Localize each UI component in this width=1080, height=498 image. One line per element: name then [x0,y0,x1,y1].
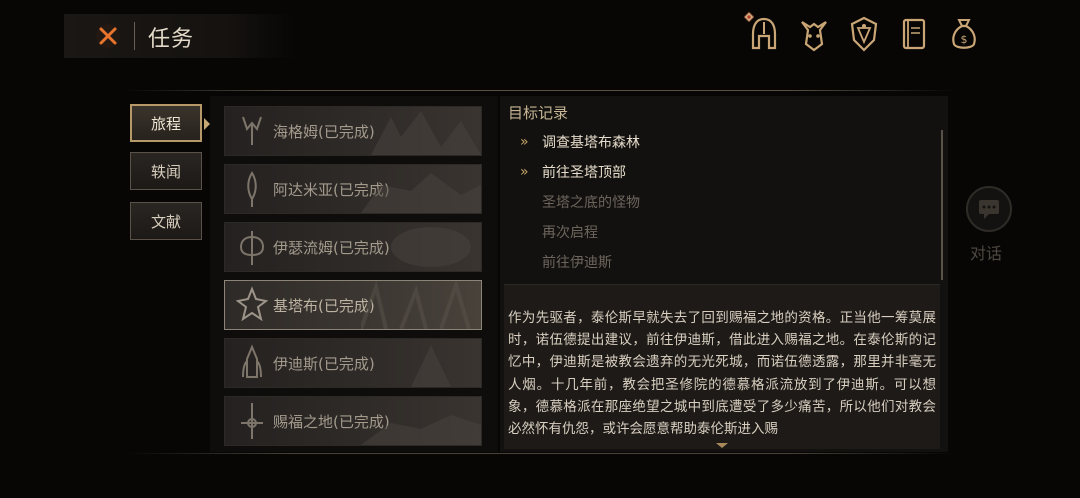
objective-item: 圣塔之底的怪物 [520,190,640,214]
tab-label: 旅程 [150,114,181,133]
objectives-list[interactable]: » 调查基塔布森林 » 前往圣塔顶部 圣塔之底的怪物 再次启程 前往伊迪斯 [520,130,936,280]
notification-badge [744,12,754,22]
close-button[interactable] [94,22,122,50]
page-title: 任务 [148,27,195,52]
objective-item: » 前往圣塔顶部 [520,160,626,184]
battle-axe-icon [239,231,265,265]
demon-mask-icon[interactable] [794,14,834,54]
quest-background-art [361,415,481,445]
objective-text: 前往圣塔顶部 [542,165,626,181]
quest-background-art [361,173,481,213]
close-icon [96,24,120,48]
quest-background-art [371,111,481,155]
objectives-pane: 目标记录 » 调查基塔布森林 » 前往圣塔顶部 圣塔之底的怪物 再次启程 前往伊… [500,96,948,452]
scroll-down-icon [716,443,728,448]
objective-text: 再次启程 [542,225,598,241]
title-separator [134,22,135,50]
feather-blade-icon [247,171,257,207]
objective-text: 前往伊迪斯 [542,255,612,271]
objective-item: 再次启程 [520,220,598,244]
objective-text: 调查基塔布森林 [542,135,640,151]
quest-name: 基塔布(已完成) [273,296,375,315]
dialog-label: 对话 [970,244,1003,263]
chat-bubble-icon [966,186,1012,232]
title-bar: 任务 [64,14,296,58]
thorn-crest-icon [235,286,269,322]
quest-background-art [411,345,451,387]
tower-spire-icon [242,344,262,378]
coin-bag-icon[interactable]: $ [944,14,984,54]
quest-background-art [391,227,471,267]
tab-label: 轶闻 [150,162,181,181]
objectives-title: 目标记录 [508,104,569,122]
dialog-button[interactable]: 对话 [962,184,1016,264]
helmet-icon[interactable] [744,12,784,54]
quest-item-selected[interactable]: 基塔布(已完成) [224,280,482,330]
journal-book-icon[interactable] [894,14,934,54]
svg-text:$: $ [961,33,968,46]
quest-item[interactable]: 赐福之地(已完成) [224,396,482,446]
description-box[interactable]: 作为先驱者，泰伦斯早就失去了回到赐福之地的资格。正当他一筹莫展时，诺伍德提出建议… [504,284,940,449]
tab-documents[interactable]: 文献 [130,202,202,240]
quest-item[interactable]: 海格姆(已完成) [224,106,482,156]
tab-label: 文献 [150,212,181,231]
quest-description: 作为先驱者，泰伦斯早就失去了回到赐福之地的资格。正当他一筹莫展时，诺伍德提出建议… [508,310,936,438]
quest-name: 海格姆(已完成) [273,122,375,141]
quest-item[interactable]: 伊瑟流姆(已完成) [224,222,482,272]
objective-item: 前往伊迪斯 [520,250,612,274]
quest-item[interactable]: 伊迪斯(已完成) [224,338,482,388]
quest-name: 伊迪斯(已完成) [273,354,375,373]
quest-item[interactable]: 阿达米亚(已完成) [224,164,482,214]
tab-journey[interactable]: 旅程 [130,104,210,142]
panel-top-divider [124,90,956,91]
objectives-scrollbar[interactable] [941,130,943,280]
sword-cross-icon [241,403,263,439]
double-chevron-icon: » [520,164,529,180]
panel-bottom-divider [124,453,956,454]
tab-anecdotes[interactable]: 轶闻 [130,152,202,190]
quest-background-art [361,281,471,329]
shield-emblem-icon[interactable] [844,14,884,54]
objective-text: 圣塔之底的怪物 [542,195,640,211]
objective-item: » 调查基塔布森林 [520,130,640,154]
horned-crest-icon [242,116,262,145]
quest-list[interactable]: 海格姆(已完成) 阿达米亚(已完成) 伊瑟流姆(已完成) 基塔布(已完成) 伊迪… [210,96,498,452]
double-chevron-icon: » [520,134,529,150]
